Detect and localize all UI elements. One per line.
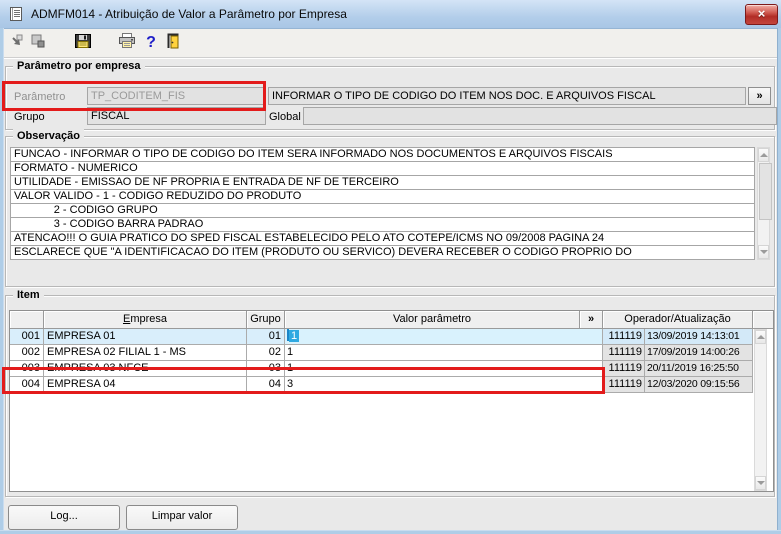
cell-rownum: 004 (10, 377, 44, 393)
scrollbar-thumb[interactable] (759, 163, 772, 220)
window-border-bottom (0, 530, 781, 534)
cell-grupo: 02 (247, 345, 285, 361)
descricao-expand-button[interactable]: » (748, 87, 771, 105)
cell-grupo: 01 (247, 329, 285, 345)
close-button[interactable]: × (745, 4, 778, 25)
cell-grupo: 04 (247, 377, 285, 393)
observacao-line: 3 - CODIGO BARRA PADRAO (10, 217, 755, 232)
scroll-up-button[interactable] (758, 148, 769, 162)
column-header-empresa[interactable]: Empresa (44, 311, 247, 329)
observacao-line: FUNCAO - INFORMAR O TIPO DE CODIGO DO IT… (10, 147, 755, 162)
parametro-group-title: Parâmetro por empresa (13, 59, 145, 73)
item-group-title: Item (13, 288, 44, 302)
cell-empresa: EMPRESA 04 (44, 377, 247, 393)
scroll-down-icon (759, 250, 768, 254)
parametro-label: Parâmetro (14, 91, 66, 103)
column-header-grupo[interactable]: Grupo (247, 311, 285, 329)
scroll-down-icon (756, 481, 765, 485)
cell-operador: 111119 (603, 329, 645, 345)
scroll-down-button[interactable] (758, 245, 769, 259)
parametro-field[interactable]: TP_CODITEM_FIS (87, 87, 266, 105)
column-header-rownum[interactable] (10, 311, 44, 329)
parametro-descricao-field[interactable]: INFORMAR O TIPO DE CODIGO DO ITEM NOS DO… (268, 87, 746, 105)
limpar-valor-button[interactable]: Limpar valor (126, 505, 238, 530)
column-header-expand[interactable]: » (580, 311, 603, 329)
cell-atualizacao: 13/09/2019 14:13:01 (645, 329, 753, 345)
exit-door-icon (165, 32, 183, 55)
global-field[interactable] (303, 107, 777, 125)
cell-valor[interactable]: 1 (285, 345, 603, 361)
save-button[interactable] (72, 33, 94, 53)
cell-rownum: 002 (10, 345, 44, 361)
item-groupbox: Item Empresa Grupo Valor parâmetro » Ope… (5, 288, 775, 497)
cascade-windows-button[interactable] (27, 33, 49, 53)
printer-icon (118, 32, 136, 55)
observacao-line: ESCLARECE QUE "A IDENTIFICACAO DO ITEM (… (10, 245, 755, 260)
cell-operador: 111119 (603, 345, 645, 361)
transfer-button[interactable] (5, 33, 27, 53)
print-button[interactable] (116, 32, 138, 55)
item-table: Empresa Grupo Valor parâmetro » Operador… (9, 310, 774, 492)
observacao-group-title: Observação (13, 129, 84, 143)
global-label: Global (269, 111, 301, 123)
observacao-groupbox: Observação FUNCAO - INFORMAR O TIPO DE C… (5, 129, 775, 287)
cell-atualizacao: 17/09/2019 14:00:26 (645, 345, 753, 361)
cell-rownum: 001 (10, 329, 44, 345)
window-border-left (0, 28, 4, 534)
cell-valor[interactable]: 1 (285, 361, 603, 377)
close-icon: × (757, 6, 766, 21)
grupo-field[interactable]: FISCAL (87, 107, 266, 125)
table-row[interactable]: 003 EMPRESA 03 NFCE 03 1 111119 20/11/20… (10, 361, 753, 377)
cell-valor-editing[interactable]: 1 (285, 329, 603, 345)
document-icon (8, 6, 24, 22)
cascade-windows-icon (29, 32, 47, 55)
table-row[interactable]: 004 EMPRESA 04 04 3 111119 12/03/2020 09… (10, 377, 753, 393)
cell-operador: 111119 (603, 377, 645, 393)
log-button[interactable]: Log... (8, 505, 120, 530)
cell-operador: 111119 (603, 361, 645, 377)
help-button[interactable]: ? (140, 33, 162, 53)
column-header-operador[interactable]: Operador/Atualização (603, 311, 753, 329)
grupo-label: Grupo (14, 111, 45, 123)
cell-atualizacao: 20/11/2019 16:25:50 (645, 361, 753, 377)
scroll-up-button[interactable] (755, 330, 766, 344)
cell-empresa: EMPRESA 03 NFCE (44, 361, 247, 377)
transfer-arrow-icon (7, 32, 25, 55)
cell-empresa: EMPRESA 01 (44, 329, 247, 345)
selected-value: 1 (289, 330, 300, 342)
table-row[interactable]: 002 EMPRESA 02 FILIAL 1 - MS 02 1 111119… (10, 345, 753, 361)
column-header-valor[interactable]: Valor parâmetro (285, 311, 580, 329)
column-header-filler (753, 311, 773, 329)
help-icon: ? (146, 34, 156, 51)
observacao-line: ATENCAO!!! O GUIA PRATICO DO SPED FISCAL… (10, 231, 755, 246)
window-title: ADMFM014 - Atribuição de Valor a Parâmet… (31, 7, 347, 21)
observacao-line: FORMATO - NUMERICO (10, 161, 755, 176)
table-row[interactable]: 001 EMPRESA 01 01 1 111119 13/09/2019 14… (10, 329, 753, 345)
cell-atualizacao: 12/03/2020 09:15:56 (645, 377, 753, 393)
observacao-line: VALOR VALIDO - 1 - CODIGO REDUZIDO DO PR… (10, 189, 755, 204)
scroll-up-icon (756, 335, 765, 339)
scroll-up-icon (759, 153, 768, 157)
item-table-scrollbar[interactable] (754, 329, 767, 491)
empresa-rest: mpresa (130, 313, 168, 325)
parametro-groupbox: Parâmetro por empresa Parâmetro TP_CODIT… (5, 59, 777, 130)
scroll-down-button[interactable] (755, 476, 766, 490)
cell-grupo: 03 (247, 361, 285, 377)
cell-empresa: EMPRESA 02 FILIAL 1 - MS (44, 345, 247, 361)
exit-button[interactable] (163, 33, 185, 53)
observacao-line: UTILIDADE - EMISSAO DE NF PROPRIA E ENTR… (10, 175, 755, 190)
window-border-right (777, 28, 781, 534)
observacao-scrollbar[interactable] (757, 147, 772, 260)
observacao-line: 2 - CODIGO GRUPO (10, 203, 755, 218)
cell-valor[interactable]: 3 (285, 377, 603, 393)
save-floppy-icon (74, 32, 92, 55)
titlebar: ADMFM014 - Atribuição de Valor a Parâmet… (0, 0, 781, 29)
cell-rownum: 003 (10, 361, 44, 377)
